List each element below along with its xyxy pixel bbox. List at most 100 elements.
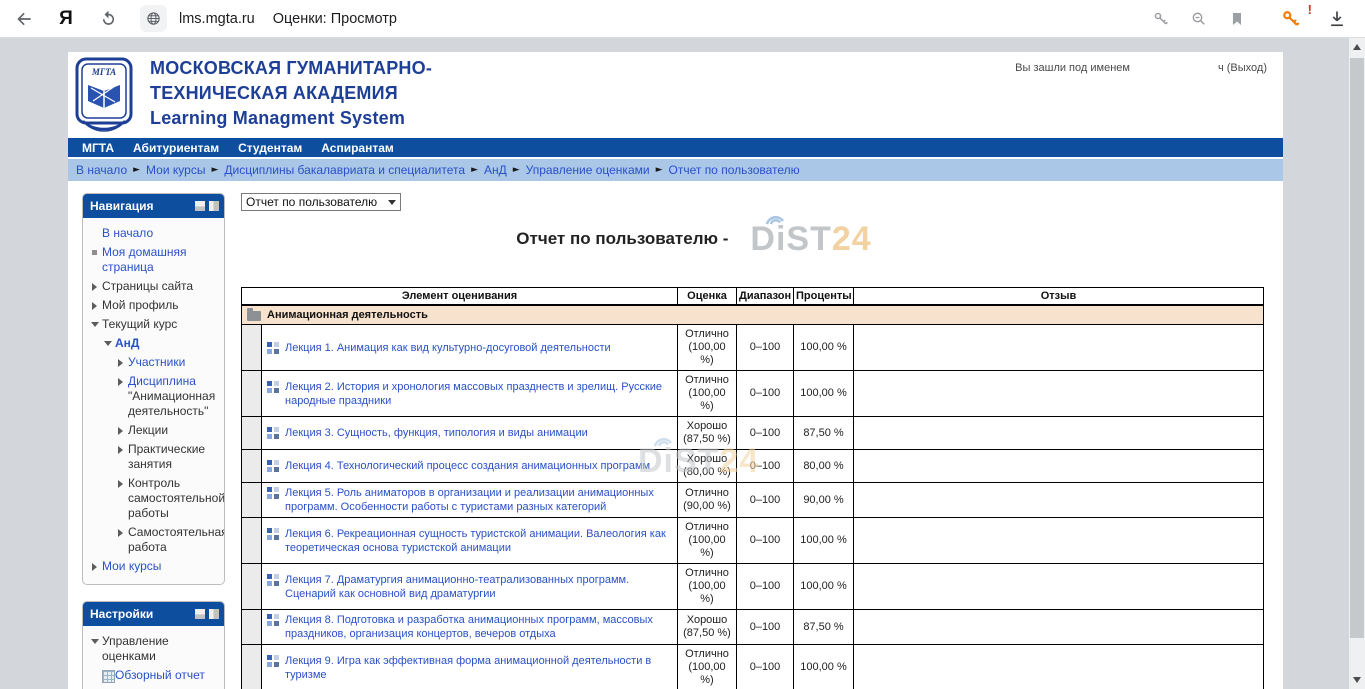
grade-cell: Отлично(100,00 %) xyxy=(678,371,737,417)
vertical-scrollbar[interactable] xyxy=(1349,38,1365,689)
logout-link[interactable]: (Выход) xyxy=(1227,62,1267,74)
collapsed-triangle-icon[interactable] xyxy=(115,375,128,388)
sidebar-item-label[interactable]: В начало xyxy=(102,226,153,240)
block-hide-icon[interactable] xyxy=(195,609,205,619)
sidebar-item: Мой профиль xyxy=(86,296,221,315)
bookmark-button[interactable] xyxy=(1223,5,1251,33)
main-area: Отчет по пользователю Отчет по пользоват… xyxy=(225,193,1283,689)
grade-item-link[interactable]: Лекция 8. Подготовка и разработка анимац… xyxy=(285,613,672,641)
report-type-select[interactable]: Отчет по пользователю xyxy=(241,193,401,211)
sidebar-item[interactable]: Мои курсы xyxy=(86,557,221,576)
site-title-line2: ТЕХНИЧЕСКАЯ АКАДЕМИЯ xyxy=(150,81,432,106)
range-cell: 0–100 xyxy=(737,450,794,483)
sidebar-item-label[interactable]: Дисциплина xyxy=(128,374,196,388)
category-name: Анимационная деятельность xyxy=(267,309,428,321)
collapsed-triangle-icon[interactable] xyxy=(115,477,128,490)
collapsed-triangle-icon[interactable] xyxy=(115,526,128,539)
sidebar-item[interactable]: В начало xyxy=(86,224,221,243)
sidebar-item-label[interactable]: Участники xyxy=(128,355,185,369)
item-cell: Лекция 2. История и хронология массовых … xyxy=(262,371,678,417)
password-manager-button[interactable] xyxy=(1147,5,1175,33)
table-row: Лекция 4. Технологический процесс создан… xyxy=(242,450,1264,483)
refresh-button[interactable] xyxy=(94,5,122,33)
block-dock-icon[interactable] xyxy=(209,201,219,211)
indent-cell xyxy=(242,450,262,483)
grade-value: Хорошо xyxy=(683,453,731,466)
download-button[interactable] xyxy=(1323,5,1351,33)
grade-item-link[interactable]: Лекция 3. Сущность, функция, типология и… xyxy=(285,426,588,440)
sidebar-item[interactable]: Участники xyxy=(86,353,221,372)
navbar-link[interactable]: Аспирантам xyxy=(321,141,394,155)
settings-block-header: Настройки xyxy=(83,602,224,626)
column-header: Оценка xyxy=(678,288,737,306)
collapsed-triangle-icon[interactable] xyxy=(115,424,128,437)
table-row: Лекция 2. История и хронология массовых … xyxy=(242,371,1264,417)
collapsed-triangle-icon[interactable] xyxy=(115,443,128,456)
block-hide-icon[interactable] xyxy=(195,201,205,211)
grade-cell: Отлично(90,00 %) xyxy=(678,483,737,518)
item-cell: Лекция 6. Рекреационная сущность туристс… xyxy=(262,518,678,564)
sidebar-item: Лекции xyxy=(86,421,221,440)
watermark-signal-icon xyxy=(763,210,787,226)
feedback-cell xyxy=(854,450,1264,483)
site-identity-button[interactable] xyxy=(140,5,167,32)
item-cell: Лекция 5. Роль аниматоров в организации … xyxy=(262,483,678,518)
grade-item-link[interactable]: Лекция 9. Игра как эффективная форма ани… xyxy=(285,654,672,682)
sidebar-item[interactable]: АнД xyxy=(86,334,221,353)
yandex-browser-logo[interactable]: Я xyxy=(52,5,80,33)
sidebar-item-label[interactable]: Мои курсы xyxy=(102,559,161,573)
grade-item-link[interactable]: Лекция 7. Драматургия анимационно-театра… xyxy=(285,573,672,601)
grades-header-row: Элемент оцениванияОценкаДиапазонПроценты… xyxy=(242,288,1264,306)
sidebar-item[interactable]: Отчет по пользователю xyxy=(86,685,221,689)
sidebar-item-label[interactable]: Обзорный отчет xyxy=(115,668,205,682)
expanded-triangle-icon[interactable] xyxy=(102,337,115,350)
lesson-icon xyxy=(267,487,279,499)
indent-cell xyxy=(242,371,262,417)
feedback-cell xyxy=(854,417,1264,450)
collapsed-triangle-icon[interactable] xyxy=(89,299,102,312)
feedback-cell xyxy=(854,518,1264,564)
grade-item-link[interactable]: Лекция 2. История и хронология массовых … xyxy=(285,380,672,408)
percent-cell: 100,00 % xyxy=(794,564,854,610)
navbar-link[interactable]: Абитуриентам xyxy=(133,141,219,155)
back-button[interactable] xyxy=(10,5,38,33)
breadcrumb-link[interactable]: Дисциплины бакалавриата и специалитета xyxy=(224,163,465,177)
breadcrumb-link[interactable]: АнД xyxy=(484,163,507,177)
expanded-triangle-icon[interactable] xyxy=(89,318,102,331)
navbar-link[interactable]: МГТА xyxy=(82,141,114,155)
sidebar-item[interactable]: Моя домашняя страница xyxy=(86,243,221,277)
percent-cell: 87,50 % xyxy=(794,417,854,450)
grade-percent: (87,50 %) xyxy=(683,627,731,640)
collapsed-triangle-icon[interactable] xyxy=(89,560,102,573)
feedback-cell xyxy=(854,645,1264,689)
navbar-link[interactable]: Студентам xyxy=(238,141,302,155)
grade-item-link[interactable]: Лекция 6. Рекреационная сущность туристс… xyxy=(285,527,672,555)
collapsed-triangle-icon[interactable] xyxy=(115,356,128,369)
grade-item-link[interactable]: Лекция 4. Технологический процесс создан… xyxy=(285,459,650,473)
grade-percent: (100,00 %) xyxy=(683,580,731,606)
breadcrumb-link[interactable]: Мои курсы xyxy=(146,163,205,177)
breadcrumb-link[interactable]: Управление оценками xyxy=(526,163,650,177)
table-row: Лекция 3. Сущность, функция, типология и… xyxy=(242,417,1264,450)
block-dock-icon[interactable] xyxy=(209,609,219,619)
collapsed-triangle-icon[interactable] xyxy=(89,280,102,293)
grade-cell: Отлично(100,00 %) xyxy=(678,564,737,610)
column-header: Диапазон xyxy=(737,288,794,306)
sidebar-item-label[interactable]: АнД xyxy=(115,336,139,350)
address-bar-url[interactable]: lms.mgta.ru xyxy=(179,11,255,27)
category-row: Анимационная деятельность xyxy=(242,305,1264,325)
sidebar-item[interactable]: Дисциплина "Анимационная деятельность" xyxy=(86,372,221,421)
breadcrumb-link[interactable]: В начало xyxy=(76,163,127,177)
item-cell: Лекция 9. Игра как эффективная форма ани… xyxy=(262,645,678,689)
scrollbar-thumb[interactable] xyxy=(1350,58,1364,638)
sidebar-item-label[interactable]: Моя домашняя страница xyxy=(102,245,187,274)
scroll-up-button[interactable] xyxy=(1349,38,1365,56)
grade-item-link[interactable]: Лекция 5. Роль аниматоров в организации … xyxy=(285,486,672,514)
breadcrumb-link[interactable]: Отчет по пользователю xyxy=(669,163,800,177)
grade-item-link[interactable]: Лекция 1. Анимация как вид культурно-дос… xyxy=(285,341,611,355)
protect-alert-button[interactable]: ! xyxy=(1277,5,1305,33)
zoom-page-button[interactable] xyxy=(1185,5,1213,33)
sidebar-item[interactable]: Обзорный отчет xyxy=(86,666,221,685)
expanded-triangle-icon[interactable] xyxy=(89,635,102,648)
scroll-down-button[interactable] xyxy=(1349,671,1365,689)
